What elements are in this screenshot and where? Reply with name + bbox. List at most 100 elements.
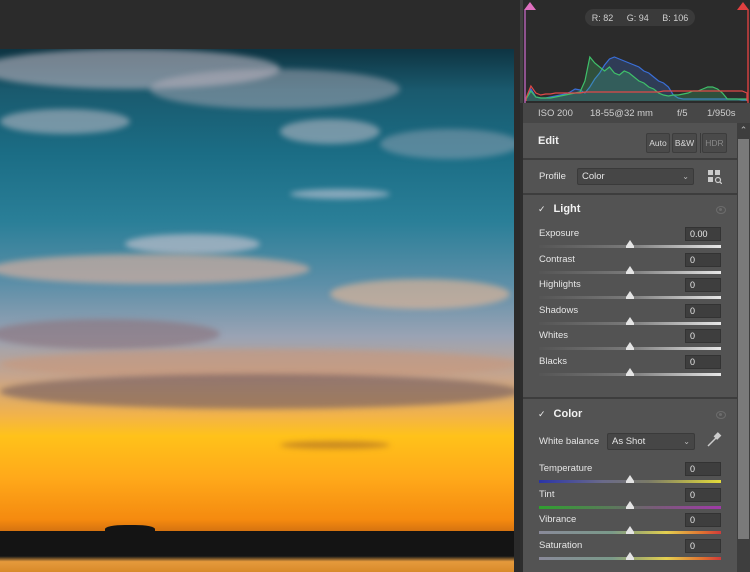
- cloud: [290, 189, 390, 199]
- b-label: B:: [662, 12, 671, 23]
- white-balance-value: As Shot: [612, 436, 646, 447]
- chevron-down-icon: ✓: [538, 204, 546, 214]
- rgb-readout: R: 82 G: 94 B: 106: [585, 9, 695, 26]
- chevron-down-icon: ⌄: [682, 172, 689, 181]
- r-value: 82: [603, 12, 614, 23]
- profile-row: Profile Color ⌄: [523, 160, 737, 195]
- cloud: [280, 119, 380, 144]
- exif-lens: 18-55@32 mm: [590, 107, 653, 119]
- auto-button[interactable]: Auto: [646, 133, 670, 153]
- vibrance-value-input[interactable]: 0: [685, 513, 721, 527]
- exposure-label: Exposure: [539, 228, 580, 239]
- tree-cluster: [105, 525, 155, 535]
- white-balance-select[interactable]: As Shot ⌄: [607, 433, 695, 450]
- exposure-slider-thumb[interactable]: [626, 240, 634, 248]
- light-section: ✓ Light Exposure 0.00 Contrast 0 Highlights 0 S…: [523, 195, 737, 399]
- r-label: R:: [591, 12, 601, 23]
- profile-label: Profile: [539, 171, 566, 182]
- exposure-value-input[interactable]: 0.00: [685, 227, 721, 241]
- chevron-up-icon[interactable]: ⌃: [737, 123, 750, 137]
- scrollbar-thumb[interactable]: [738, 139, 749, 539]
- blacks-slider-row: Blacks 0: [539, 354, 721, 380]
- cloud: [0, 254, 310, 284]
- temperature-value-input[interactable]: 0: [685, 462, 721, 476]
- cloud: [0, 374, 514, 409]
- exposure-slider-row: Exposure 0.00: [539, 227, 721, 252]
- highlights-label: Highlights: [539, 279, 581, 290]
- edit-header: Edit Auto B&W HDR: [523, 123, 737, 160]
- g-label: G:: [626, 12, 637, 23]
- color-title: Color: [553, 408, 583, 420]
- cloud: [125, 234, 260, 254]
- exif-bar: ISO 200 18-55@32 mm f/5 1/950s: [523, 103, 750, 123]
- eyedropper-icon[interactable]: [706, 432, 722, 448]
- shadow-clipping-icon[interactable]: [523, 0, 537, 12]
- saturation-slider-thumb[interactable]: [626, 551, 634, 560]
- color-header[interactable]: ✓ Color: [538, 408, 582, 420]
- photo-preview[interactable]: [0, 49, 514, 572]
- eye-icon[interactable]: [716, 206, 726, 214]
- color-section: ✓ Color White balance As Shot ⌄ Temperatu…: [523, 399, 737, 572]
- highlights-value-input[interactable]: 0: [685, 278, 721, 292]
- exif-shutter: 1/950s: [707, 107, 736, 119]
- bw-button[interactable]: B&W: [672, 133, 697, 153]
- eye-icon[interactable]: [716, 411, 726, 419]
- treeline: [0, 531, 514, 556]
- hdr-button[interactable]: HDR: [702, 133, 727, 153]
- highlights-slider-thumb[interactable]: [626, 291, 634, 299]
- white-balance-label: White balance: [539, 436, 600, 447]
- chevron-down-icon: ⌄: [683, 437, 690, 446]
- b-value: 106: [673, 12, 689, 23]
- temperature-slider-thumb[interactable]: [626, 475, 634, 483]
- edit-panel: Edit Auto B&W HDR Profile Color ⌄ ✓ Light: [523, 123, 737, 572]
- contrast-label: Contrast: [539, 253, 575, 265]
- right-panel: R: 82 G: 94 B: 106 ISO 200 18-55@32 mm f…: [520, 0, 750, 572]
- contrast-value-input[interactable]: 0: [685, 252, 721, 267]
- shadows-slider-row: Shadows 0: [539, 303, 721, 329]
- g-value: 94: [638, 12, 649, 23]
- saturation-label: Saturation: [539, 539, 583, 551]
- profile-select-value: Color: [582, 171, 605, 182]
- saturation-slider-row: Saturation 0: [539, 538, 721, 564]
- tint-slider-thumb[interactable]: [626, 500, 634, 509]
- light-header[interactable]: ✓ Light: [538, 203, 580, 215]
- vibrance-slider-row: Vibrance 0: [539, 513, 721, 538]
- cloud: [0, 319, 220, 349]
- cloud: [0, 109, 130, 134]
- blacks-label: Blacks: [539, 355, 567, 367]
- panel-scrollbar[interactable]: ⌃: [737, 123, 750, 572]
- whites-label: Whites: [539, 330, 569, 341]
- temperature-label: Temperature: [539, 463, 593, 474]
- whites-value-input[interactable]: 0: [685, 329, 721, 343]
- cloud: [330, 279, 510, 309]
- contrast-slider-thumb[interactable]: [626, 265, 634, 274]
- blacks-slider-thumb[interactable]: [626, 367, 634, 376]
- histogram-green-channel: [525, 55, 748, 101]
- whites-slider-thumb[interactable]: [626, 342, 634, 350]
- vibrance-slider-thumb[interactable]: [626, 526, 634, 534]
- profile-select[interactable]: Color ⌄: [577, 168, 694, 185]
- button-divider: [700, 133, 701, 153]
- chevron-down-icon: ✓: [538, 409, 546, 419]
- shadows-label: Shadows: [539, 304, 579, 316]
- highlights-slider-row: Highlights 0: [539, 278, 721, 303]
- saturation-value-input[interactable]: 0: [685, 538, 721, 553]
- temperature-slider-row: Temperature 0: [539, 462, 721, 487]
- blacks-value-input[interactable]: 0: [685, 354, 721, 369]
- tint-label: Tint: [539, 488, 555, 500]
- cloud: [150, 69, 400, 109]
- tint-value-input[interactable]: 0: [685, 487, 721, 502]
- shadows-slider-thumb[interactable]: [626, 316, 634, 325]
- vibrance-label: Vibrance: [539, 514, 577, 525]
- cloud: [380, 129, 514, 159]
- highlight-clipping-icon[interactable]: [736, 0, 750, 12]
- exif-aperture: f/5: [677, 107, 688, 119]
- whites-slider-row: Whites 0: [539, 329, 721, 354]
- edit-title: Edit: [538, 135, 559, 147]
- light-title: Light: [553, 203, 581, 215]
- profile-browser-icon[interactable]: [708, 170, 722, 184]
- tint-slider-row: Tint 0: [539, 487, 721, 513]
- shadows-value-input[interactable]: 0: [685, 303, 721, 318]
- cloud: [280, 441, 390, 449]
- image-canvas: [0, 0, 520, 572]
